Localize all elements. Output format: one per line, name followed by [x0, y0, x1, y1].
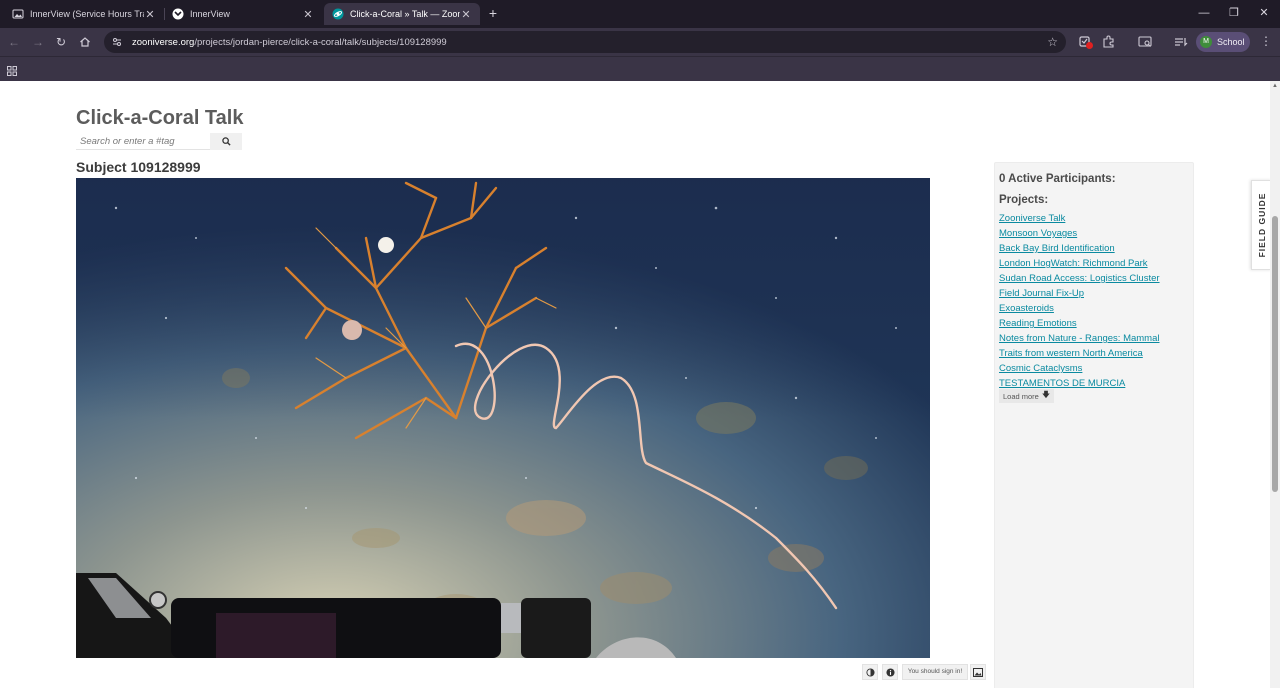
reload-icon[interactable]: ↻: [53, 34, 69, 50]
zooniverse-favicon-icon: [332, 8, 344, 20]
list-item: Reading Emotions: [999, 316, 1160, 331]
list-item: Monsoon Voyages: [999, 226, 1160, 241]
load-more-label: Load more: [1003, 391, 1039, 401]
extension-icon[interactable]: [1078, 34, 1094, 50]
apps-grid-icon[interactable]: [7, 63, 17, 76]
tab-innerview-service-hours[interactable]: InnerView (Service Hours Tracke ✕: [4, 3, 164, 25]
address-bar[interactable]: zooniverse.org/projects/jordan-pierce/cl…: [104, 31, 1066, 53]
list-item: Sudan Road Access: Logistics Cluster: [999, 271, 1160, 286]
close-window-icon[interactable]: ✕: [1252, 4, 1276, 22]
page-title: Click-a-Coral Talk: [76, 107, 244, 129]
list-item: Field Journal Fix-Up: [999, 286, 1160, 301]
reading-list-icon[interactable]: [1173, 34, 1189, 50]
project-link[interactable]: Notes from Nature - Ranges: Mammal: [999, 333, 1160, 344]
field-guide-tab[interactable]: FIELD GUIDE: [1251, 180, 1272, 270]
list-item: Zooniverse Talk: [999, 211, 1160, 226]
list-item: London HogWatch: Richmond Park: [999, 256, 1160, 271]
image-favicon-icon: [12, 8, 24, 20]
site-settings-icon[interactable]: [110, 35, 124, 49]
project-link[interactable]: Zooniverse Talk: [999, 213, 1065, 224]
info-icon: [885, 667, 895, 677]
innerview-favicon-icon: [172, 8, 184, 20]
extensions-puzzle-icon[interactable]: [1101, 34, 1117, 50]
profile-avatar: M: [1200, 36, 1212, 48]
project-link[interactable]: Cosmic Cataclysms: [999, 363, 1082, 374]
project-link[interactable]: Monsoon Voyages: [999, 228, 1077, 239]
list-item: Notes from Nature - Ranges: Mammal: [999, 331, 1160, 346]
search-button[interactable]: [210, 133, 242, 150]
list-item: Exoasteroids: [999, 301, 1160, 316]
talk-search-input[interactable]: [76, 133, 210, 149]
project-link[interactable]: Sudan Road Access: Logistics Cluster: [999, 273, 1160, 284]
close-icon[interactable]: ✕: [144, 8, 156, 21]
search-icon: [221, 137, 231, 146]
projects-heading: Projects:: [999, 194, 1049, 206]
project-link[interactable]: Reading Emotions: [999, 318, 1077, 329]
project-list: Zooniverse Talk Monsoon Voyages Back Bay…: [999, 211, 1160, 391]
list-item: Back Bay Bird Identification: [999, 241, 1160, 256]
close-icon[interactable]: ✕: [302, 8, 314, 21]
profile-button[interactable]: M School: [1196, 32, 1250, 52]
url-host: zooniverse.org: [132, 36, 195, 48]
profile-name: School: [1217, 37, 1245, 47]
subject-heading: Subject 109128999: [76, 159, 201, 175]
url-path: /projects/jordan-pierce/click-a-coral/ta…: [194, 36, 447, 48]
active-participants-heading: 0 Active Participants:: [999, 173, 1116, 185]
subject-image[interactable]: [76, 178, 930, 658]
back-arrow-icon[interactable]: ←: [6, 34, 22, 50]
sign-in-notice[interactable]: You should sign in!: [902, 664, 968, 680]
forward-arrow-icon[interactable]: →: [30, 34, 46, 50]
project-link[interactable]: Field Journal Fix-Up: [999, 288, 1084, 299]
project-link[interactable]: London HogWatch: Richmond Park: [999, 258, 1148, 269]
tab-innerview[interactable]: InnerView ✕: [164, 3, 322, 25]
field-guide-label: FIELD GUIDE: [1257, 192, 1267, 258]
cast-screen-icon[interactable]: [1137, 34, 1153, 50]
collections-button[interactable]: [970, 664, 986, 680]
talk-sidebar: 0 Active Participants: Projects: Zoonive…: [994, 162, 1194, 688]
project-link[interactable]: Exoasteroids: [999, 303, 1054, 314]
scroll-up-arrow-icon[interactable]: ▲: [1272, 83, 1278, 89]
bookmarks-bar: [0, 56, 1280, 81]
talk-page: Click-a-Coral Talk Subject 109128999: [0, 81, 1270, 688]
scrollbar-thumb[interactable]: [1272, 216, 1278, 492]
tab-title: Click-a-Coral » Talk — Zooniver: [350, 9, 460, 19]
invert-contrast-button[interactable]: [862, 664, 878, 680]
url-text: zooniverse.org/projects/jordan-pierce/cl…: [132, 37, 447, 48]
load-more-button[interactable]: Load more 🡇: [999, 389, 1055, 403]
browser-tab-bar: InnerView (Service Hours Tracke ✕ InnerV…: [0, 0, 1280, 28]
minimize-icon[interactable]: —: [1192, 4, 1216, 22]
browser-menu-icon[interactable]: ⋮: [1260, 34, 1272, 50]
contrast-icon: [865, 667, 875, 677]
bookmark-star-icon[interactable]: ☆: [1047, 35, 1058, 49]
search-underline: [76, 149, 210, 150]
list-item: Traits from western North America: [999, 346, 1160, 361]
project-link[interactable]: Traits from western North America: [999, 348, 1143, 359]
home-icon[interactable]: [77, 34, 93, 50]
list-item: Cosmic Cataclysms: [999, 361, 1160, 376]
arrow-down-icon: 🡇: [1041, 390, 1051, 399]
new-tab-plus-icon[interactable]: +: [486, 5, 500, 21]
project-link[interactable]: TESTAMENTOS DE MURCIA: [999, 378, 1125, 389]
project-link[interactable]: Back Bay Bird Identification: [999, 243, 1115, 254]
image-collection-icon: [973, 667, 983, 677]
restore-icon[interactable]: ❐: [1222, 4, 1246, 22]
tab-title: InnerView (Service Hours Tracke: [30, 9, 144, 19]
tab-click-a-coral-talk[interactable]: Click-a-Coral » Talk — Zooniver ✕: [324, 3, 480, 25]
tab-title: InnerView: [190, 9, 230, 19]
metadata-info-button[interactable]: [882, 664, 898, 680]
close-icon[interactable]: ✕: [460, 8, 472, 21]
